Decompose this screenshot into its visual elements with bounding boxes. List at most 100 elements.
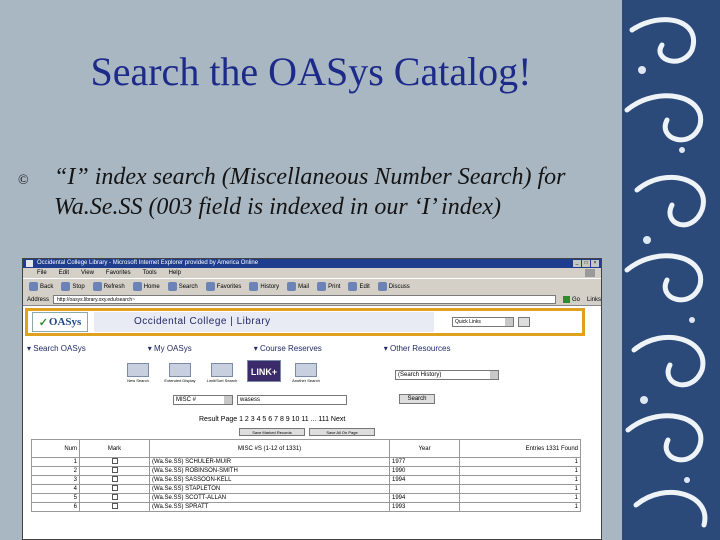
limit-sort-button[interactable]: Limit/Sort Search [203,363,241,383]
dropdown-arrow-icon [224,396,232,404]
header-num: Num [31,439,80,458]
search-input[interactable]: wasess [237,395,347,405]
link-plus-button[interactable]: LINK+ [245,360,283,383]
row-title-link[interactable]: (Wa.Se.SS) SCHULER-MUIR [149,457,390,467]
discuss-button[interactable]: Discuss [377,282,410,291]
favorites-button[interactable]: Favorites [205,282,241,291]
row-num: 5 [31,493,80,503]
header-entries: Entries 1331 Found [459,439,581,458]
stop-icon [61,282,71,291]
oasys-logo[interactable]: ✓ OASys [32,312,88,332]
save-marked-button[interactable]: Save Marked Records [239,428,305,436]
row-title-link[interactable]: (Wa.Se.SS) ROBINSON-SMITH [149,466,390,476]
row-year: 1977 [389,457,460,467]
nav-course-reserves[interactable]: ▾ Course Reserves [254,344,322,353]
back-button[interactable]: Back [29,282,53,291]
mail-button[interactable]: Mail [287,282,309,291]
mark-checkbox[interactable] [111,485,118,491]
nav-my-oasys[interactable]: ▾ My OASys [148,344,192,353]
search-tools: New Search Extended Display Limit/Sort S… [119,360,325,383]
bullet-point: © “I” index search (Miscellaneous Number… [18,162,612,222]
new-search-icon [127,363,149,377]
home-button[interactable]: Home [132,282,160,291]
mark-checkbox[interactable] [111,503,118,509]
menu-favorites[interactable]: Favorites [106,268,131,278]
nav-other-resources[interactable]: ▾ Other Resources [384,344,451,353]
back-icon [29,282,38,291]
row-num: 1 [31,457,80,467]
window-titlebar: Occidental College Library - Microsoft I… [23,259,601,268]
ie-icon [26,260,33,267]
table-row: 3 (Wa.Se.SS) SASSOON-KELL 1994 1 [31,475,581,485]
catalog-banner: ✓ OASys Occidental College | Library Qui… [25,308,585,336]
row-title-link[interactable]: (Wa.Se.SS) SASSOON-KELL [149,475,390,485]
go-button[interactable]: Go [560,296,583,303]
refresh-button[interactable]: Refresh [92,282,125,291]
logo-text: OASys [48,316,82,328]
save-buttons: Save Marked Records Save All On Page [239,428,375,436]
row-title-link[interactable]: (Wa.Se.SS) STAPLETON [149,484,390,494]
nav-search-oasys[interactable]: ▾ Search OASys [27,344,86,353]
go-arrow-icon [562,296,570,303]
favorites-icon [205,282,215,291]
limit-sort-icon [211,363,233,377]
header-mark: Mark [79,439,150,458]
mark-checkbox[interactable] [111,467,118,473]
wave-decoration [622,0,720,540]
quick-links-go-button[interactable] [518,317,530,327]
row-year: 1994 [389,493,460,503]
quick-links-select[interactable]: Quick Links [452,317,514,327]
menu-bar: File Edit View Favorites Tools Help [23,268,601,278]
row-num: 2 [31,466,80,476]
index-select[interactable]: MISC # [173,395,233,405]
row-title-link[interactable]: (Wa.Se.SS) SCOTT-ALLAN [149,493,390,503]
window-title: Occidental College Library - Microsoft I… [37,260,259,266]
edit-button[interactable]: Edit [348,282,370,291]
slide-title: Search the OASys Catalog! [90,49,532,94]
mark-checkbox[interactable] [111,476,118,482]
links-button[interactable]: Links [587,297,601,303]
maximize-button[interactable]: □ [582,260,590,267]
dropdown-arrow-icon [505,318,513,326]
row-entries: 1 [459,466,581,476]
bullet-icon: © [18,173,29,188]
mark-checkbox[interactable] [111,494,118,500]
row-num: 6 [31,502,80,512]
address-label: Address [27,296,50,303]
save-all-button[interactable]: Save All On Page [309,428,375,436]
mark-checkbox[interactable] [111,458,118,464]
print-button[interactable]: Print [317,282,340,291]
search-button[interactable]: Search [167,282,198,291]
table-row: 2 (Wa.Se.SS) ROBINSON-SMITH 1990 1 [31,466,581,476]
menu-edit[interactable]: Edit [59,268,69,278]
menu-help[interactable]: Help [169,268,181,278]
another-search-button[interactable]: Another Search [287,363,325,383]
extended-display-button[interactable]: Extended Display [161,363,199,383]
row-num: 3 [31,475,80,485]
row-num: 4 [31,484,80,494]
browser-screenshot: Occidental College Library - Microsoft I… [22,258,602,540]
address-input[interactable]: http://oasys.library.oxy.edu/search~ [53,295,556,304]
bullet-text: “I” index search (Miscellaneous Number S… [54,164,566,220]
menu-file[interactable]: File [37,268,47,278]
new-search-button[interactable]: New Search [119,363,157,383]
menu-view[interactable]: View [81,268,94,278]
menu-tools[interactable]: Tools [143,268,157,278]
result-pager[interactable]: Result Page 1 2 3 4 5 6 7 8 9 10 11 ... … [199,416,345,423]
discuss-icon [377,282,387,291]
submit-search-button[interactable]: Search [399,394,435,404]
stop-button[interactable]: Stop [61,282,85,291]
row-title-link[interactable]: (Wa.Se.SS) SPRATT [149,502,390,512]
table-row: 6 (Wa.Se.SS) SPRATT 1993 1 [31,502,581,512]
windows-flag-icon [585,269,595,277]
address-bar: Address http://oasys.library.oxy.edu/sea… [23,294,601,306]
history-button[interactable]: History [249,282,279,291]
row-year: 1994 [389,475,460,485]
search-history-select[interactable]: (Search History) [395,370,499,380]
table-row: 4 (Wa.Se.SS) STAPLETON 1 [31,484,581,494]
close-button[interactable]: × [591,260,599,267]
search-icon [167,282,177,291]
minimize-button[interactable]: _ [573,260,581,267]
link-plus-icon: LINK+ [247,360,281,382]
history-icon [249,282,259,291]
